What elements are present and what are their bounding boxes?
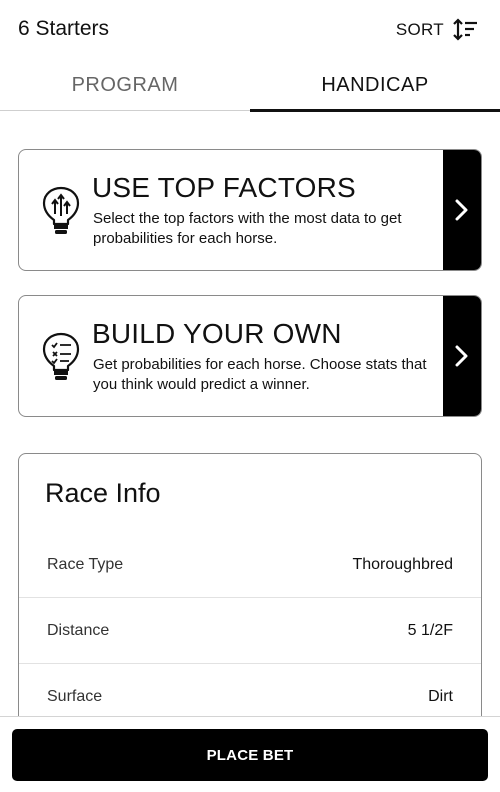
distance-label: Distance (47, 621, 110, 639)
card-title: BUILD YOUR OWN (92, 318, 342, 349)
card-title: USE TOP FACTORS (92, 172, 356, 203)
lightbulb-factors-icon (42, 186, 80, 234)
header: 6 Starters SORT (0, 0, 500, 60)
race-info-row: Distance 5 1/2F (19, 598, 481, 664)
sort-button[interactable]: SORT (396, 16, 478, 44)
card-description: Select the top factors with the most dat… (93, 210, 402, 247)
chevron-right-button[interactable] (443, 150, 481, 270)
sort-icon (453, 18, 477, 41)
chevron-right-button[interactable] (443, 296, 481, 416)
handicap-screen: 6 Starters SORT PROGRAM HANDICAP USE TOP… (0, 0, 500, 792)
tab-program[interactable]: PROGRAM (0, 60, 250, 110)
card-description: Get probabilities for each horse. Choose… (93, 356, 427, 393)
starters-count: 6 Starters (18, 17, 110, 40)
place-bet-button[interactable]: PLACE BET (12, 729, 488, 781)
race-info-card: Race Info Race Type Thoroughbred Distanc… (18, 453, 482, 753)
race-info-title: Race Info (45, 478, 161, 508)
tab-bar: PROGRAM HANDICAP (0, 60, 500, 112)
race-type-value: Thoroughbred (352, 555, 453, 573)
surface-label: Surface (47, 688, 103, 705)
chevron-right-icon (455, 345, 468, 367)
race-type-label: Race Type (47, 555, 124, 573)
build-your-own-card[interactable]: BUILD YOUR OWN Get probabilities for eac… (18, 295, 482, 417)
use-top-factors-card[interactable]: USE TOP FACTORS Select the top factors w… (18, 149, 482, 271)
bottom-bar: PLACE BET (0, 716, 500, 792)
sort-label: SORT (395, 20, 444, 39)
tab-handicap[interactable]: HANDICAP (250, 60, 500, 112)
lightbulb-checklist-icon (42, 332, 80, 380)
surface-value: Dirt (428, 688, 453, 705)
chevron-right-icon (455, 199, 468, 221)
distance-value: 5 1/2F (407, 621, 453, 639)
race-info-row: Race Type Thoroughbred (19, 532, 481, 598)
